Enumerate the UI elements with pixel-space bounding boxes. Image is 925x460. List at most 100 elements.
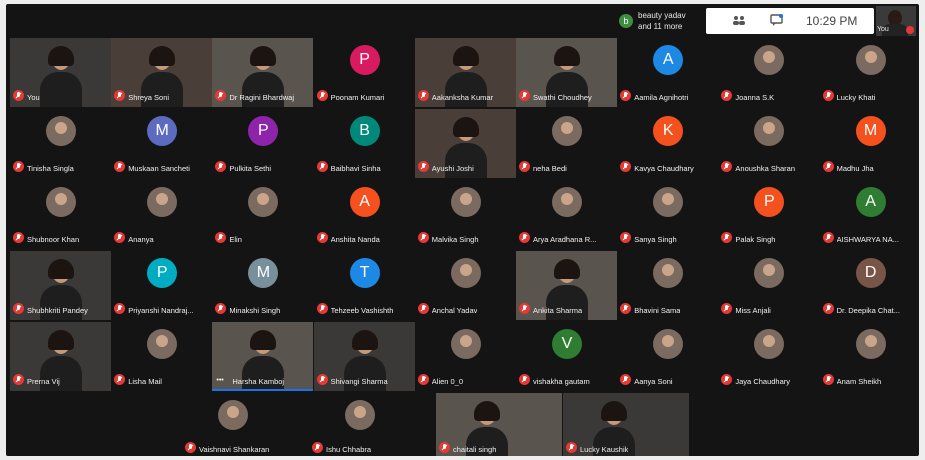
participant-tile[interactable]: Dr Ragini Bhardwaj	[212, 38, 314, 107]
participant-tile[interactable]: A AISHWARYA NA...	[820, 180, 919, 249]
participant-tile[interactable]: Ishu Chhabra	[309, 393, 435, 456]
participant-tile[interactable]: Elin	[212, 180, 313, 249]
participant-tile[interactable]: P Pulkita Sethi	[212, 109, 313, 178]
participant-tile[interactable]: Miss Anjali	[718, 251, 819, 320]
participant-name: Anchal Yadav	[431, 306, 478, 315]
participant-tile[interactable]: Lisha Mail	[111, 322, 212, 391]
mic-off-icon	[316, 90, 328, 101]
participant-tile[interactable]: Vaishnavi Shankaran	[182, 393, 308, 456]
participant-avatar-photo	[147, 329, 178, 359]
participant-tile[interactable]: Ayushi Joshi	[414, 109, 516, 178]
participant-tile[interactable]: D Dr. Deepika Chat...	[820, 251, 919, 320]
speaking-indicator-icon: •••	[216, 377, 224, 384]
participant-name: Aakanksha Kumar	[431, 93, 494, 102]
participant-tile[interactable]: Anam Sheikh	[820, 322, 919, 391]
participant-tile[interactable]: Prerna Vij	[10, 322, 111, 391]
mic-off-icon	[519, 232, 530, 243]
participant-name: Pulkita Sethi	[229, 164, 272, 173]
participant-name: Dr Ragini Bhardwaj	[229, 93, 295, 102]
participant-tile[interactable]: A Anshita Nanda	[314, 180, 415, 249]
participant-avatar-photo	[552, 187, 582, 217]
participant-tile[interactable]: Ankita Sharma	[516, 251, 617, 320]
participant-avatar: T	[349, 258, 380, 288]
speaking-bar	[212, 389, 314, 391]
participant-avatar: P	[248, 116, 279, 146]
meeting-status-panel: 10:29 PM	[706, 8, 874, 34]
mic-off-icon	[822, 303, 834, 314]
participant-name: vishakha gautam	[533, 377, 590, 386]
participant-name: Harsha Kamboj	[232, 377, 285, 386]
chat-avatar: b	[619, 14, 633, 28]
participant-name: You	[27, 93, 40, 102]
participant-avatar-photo	[450, 258, 481, 288]
mic-off-icon	[316, 303, 328, 314]
participant-tile[interactable]: chaitali singh	[436, 393, 562, 456]
participant-tile[interactable]: You	[10, 38, 111, 107]
participant-tile[interactable]: Shreya Soni	[111, 38, 213, 107]
participant-tile[interactable]: M Madhu Jha	[820, 109, 919, 178]
participant-tile[interactable]: Lucky Kaushik	[563, 393, 689, 456]
participant-tile[interactable]: Shivangi Sharma	[313, 322, 415, 391]
participant-name: Ayushi Joshi	[431, 164, 474, 173]
participant-avatar-photo	[754, 258, 785, 288]
participant-tile[interactable]: Anoushka Sharan	[718, 109, 819, 178]
mic-off-icon	[215, 90, 227, 101]
chat-sender-name: beauty yadav	[638, 11, 686, 20]
participant-name: Malvika Singh	[431, 235, 479, 244]
participant-tile[interactable]: Vvishakha gautam	[516, 322, 617, 391]
participant-tile[interactable]: Malvika Singh	[415, 180, 516, 249]
participant-name: Bhavini Sama	[634, 306, 681, 315]
participant-tile[interactable]: Shubhkriti Pandey	[10, 251, 111, 320]
people-icon[interactable]	[732, 15, 746, 26]
participant-name: Priyanshi Nandraj...	[128, 306, 194, 315]
participant-tile[interactable]: Jaya Chaudhary	[718, 322, 819, 391]
mic-off-icon	[13, 374, 24, 385]
participant-tile[interactable]: Bhavini Sama	[617, 251, 718, 320]
participant-name: Aanya Soni	[634, 377, 673, 386]
participant-tile[interactable]: Joanna S.K	[718, 38, 819, 107]
chat-icon[interactable]	[770, 14, 783, 27]
mic-off-icon	[312, 442, 323, 453]
participant-tile[interactable]: Alien 0_0	[415, 322, 516, 391]
mic-off-icon	[822, 232, 834, 243]
participant-tile[interactable]: T Tehzeeb Vashishth	[314, 251, 415, 320]
mic-off-icon	[215, 232, 227, 243]
participant-tile[interactable]: Ananya	[111, 180, 212, 249]
participant-name: Anshita Nanda	[330, 235, 380, 244]
participant-tile[interactable]: Arya Aradhana R...	[516, 180, 617, 249]
self-view-tile[interactable]: You	[876, 6, 916, 36]
participant-tile[interactable]: A Aamila Agnihotri	[617, 38, 718, 107]
participant-name: Minakshi Singh	[229, 306, 281, 315]
participant-tile[interactable]: Aakanksha Kumar	[414, 38, 516, 107]
participant-tile[interactable]: P Palak Singh	[718, 180, 819, 249]
top-bar: b beauty yadav and 11 more 10:29 PM You	[6, 4, 919, 38]
participant-avatar: V	[552, 329, 582, 359]
participant-tile[interactable]: P Priyanshi Nandraj...	[111, 251, 212, 320]
participant-name: Tinisha Singla	[27, 164, 74, 173]
participant-tile[interactable]: M Minakshi Singh	[212, 251, 313, 320]
participant-tile[interactable]: neha Bedi	[516, 109, 617, 178]
mic-off-icon	[620, 374, 632, 385]
participant-tile[interactable]: K Kavya Chaudhary	[617, 109, 718, 178]
participant-tile[interactable]: Swathi Choudhey	[516, 38, 617, 107]
mic-off-icon	[215, 303, 227, 314]
participant-name: Vaishnavi Shankaran	[199, 445, 270, 454]
participant-tile[interactable]: B Baibhavi Sinha	[314, 109, 415, 178]
participant-name: Ankita Sharma	[533, 306, 583, 315]
participant-tile[interactable]: Shubnoor Khan	[10, 180, 111, 249]
participant-tile[interactable]: Tinisha Singla	[10, 109, 111, 178]
participant-avatar-photo	[345, 400, 375, 430]
chat-notification[interactable]: b beauty yadav and 11 more	[616, 9, 702, 35]
participant-tile[interactable]: Sanya Singh	[617, 180, 718, 249]
mic-off-icon	[566, 442, 577, 453]
participant-tile[interactable]: Anchal Yadav	[415, 251, 516, 320]
participant-avatar-photo	[450, 187, 481, 217]
mic-off-icon	[721, 374, 733, 385]
participant-tile[interactable]: ••• Harsha Kamboj	[212, 322, 314, 391]
participant-tile[interactable]: M Muskaan Sancheti	[111, 109, 212, 178]
mic-off-icon	[114, 374, 126, 385]
participant-tile[interactable]: Aanya Soni	[617, 322, 718, 391]
participant-name: Lucky Kaushik	[580, 445, 629, 454]
participant-tile[interactable]: P Poonam Kumari	[314, 38, 415, 107]
participant-tile[interactable]: Lucky Khati	[820, 38, 919, 107]
